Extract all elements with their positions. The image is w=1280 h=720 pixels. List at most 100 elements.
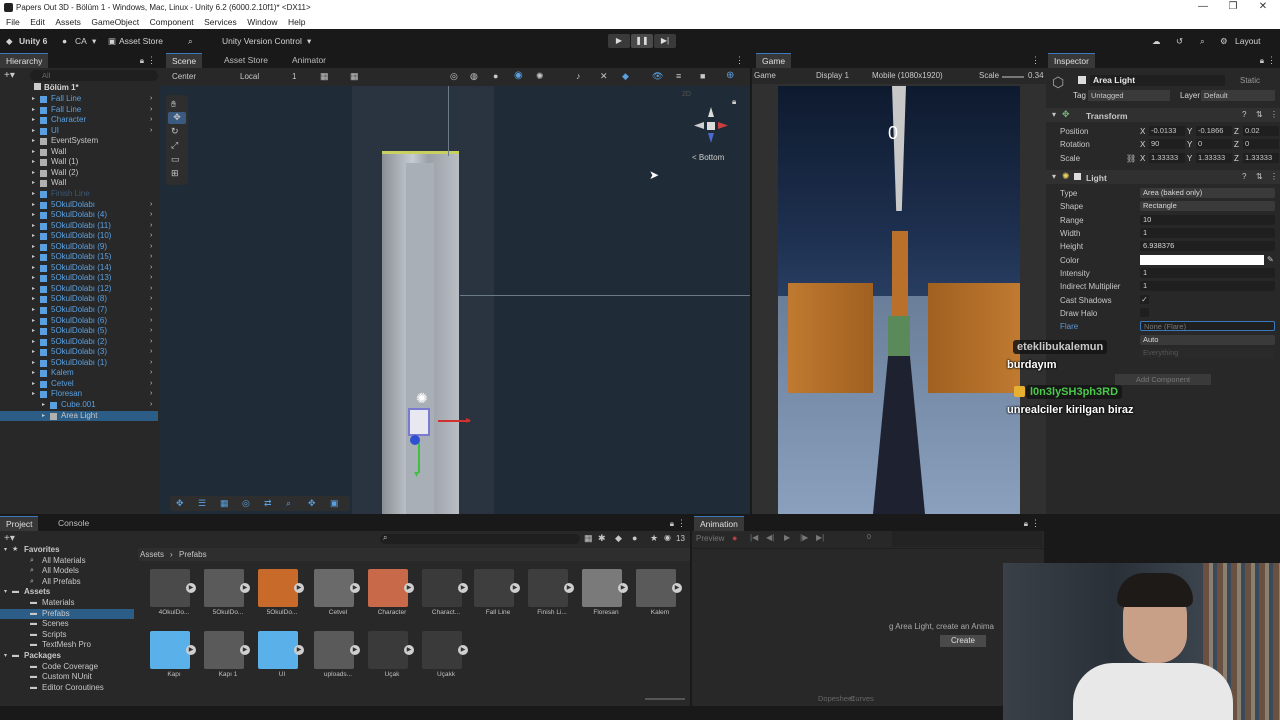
prefab-expand-icon[interactable]: ▶	[510, 583, 520, 593]
prefab-expand-icon[interactable]: ▶	[240, 645, 250, 655]
expand-arrow-icon[interactable]: ▸	[32, 252, 35, 263]
tab-animation[interactable]: Animation	[694, 516, 744, 531]
create-clip-button[interactable]: Create	[940, 635, 986, 647]
menu-help[interactable]: Help	[288, 15, 305, 29]
tab-console[interactable]: Console	[52, 516, 95, 531]
prefab-open-icon[interactable]: ›	[150, 294, 152, 305]
prefab-open-icon[interactable]: ›	[150, 221, 152, 232]
menu-edit[interactable]: Edit	[30, 15, 45, 29]
transform-scl-x-field[interactable]: 1.33333	[1149, 153, 1185, 163]
prefab-open-icon[interactable]: ›	[150, 242, 152, 253]
transform-header[interactable]: ▾ ✥ Transform ? ⇅ ⋮	[1046, 108, 1280, 122]
grid-value[interactable]: 1	[292, 72, 296, 81]
expand-arrow-icon[interactable]: ▸	[32, 263, 35, 274]
scene-visibility-icon[interactable]: 👁︎	[652, 71, 663, 82]
hierarchy-item[interactable]: ▸ Floresan ›	[0, 389, 158, 400]
version-control-button[interactable]: Unity Version Control	[222, 36, 302, 46]
help-icon[interactable]: ?	[1242, 110, 1246, 119]
layout-dropdown[interactable]: Layout	[1235, 36, 1261, 46]
hierarchy-item[interactable]: ▸ 5OkulDolabı (7) ›	[0, 305, 158, 316]
last-frame-icon[interactable]: ▶|	[816, 533, 824, 542]
prefab-open-icon[interactable]: ›	[150, 389, 152, 400]
filter-type-icon[interactable]: ▦	[584, 533, 593, 544]
menu-gameobject[interactable]: GameObject	[91, 15, 139, 29]
first-frame-icon[interactable]: |◀	[750, 533, 758, 542]
project-menu-icon[interactable]: ⋮	[677, 518, 686, 529]
timeline-ruler[interactable]	[892, 531, 1042, 547]
prefab-open-icon[interactable]: ›	[150, 105, 152, 116]
expand-arrow-icon[interactable]: ▸	[32, 210, 35, 221]
indirect-field[interactable]: 1	[1140, 281, 1275, 291]
menu-services[interactable]: Services	[204, 15, 237, 29]
draw-mode-icon[interactable]: ◎	[450, 71, 458, 82]
prev-frame-icon[interactable]: ◀|	[766, 533, 774, 542]
asset-item[interactable]: ▶ 4OkulDo...	[148, 565, 198, 625]
asset-item[interactable]: ▶ Uçak	[366, 627, 416, 687]
expand-arrow-icon[interactable]: ▸	[32, 337, 35, 348]
tab-hierarchy[interactable]: Hierarchy	[0, 53, 49, 68]
hierarchy-item[interactable]: ▸ 5OkulDolabı (12) ›	[0, 284, 158, 295]
prefab-expand-icon[interactable]: ▶	[240, 583, 250, 593]
intensity-field[interactable]: 1	[1140, 268, 1275, 278]
hierarchy-item[interactable]: ▸ 5OkulDolabı (11) ›	[0, 221, 158, 232]
hidden-count-icon[interactable]: ◉	[664, 533, 671, 542]
prefab-expand-icon[interactable]: ▶	[564, 583, 574, 593]
project-add-icon[interactable]: +▾	[4, 533, 15, 544]
hierarchy-item[interactable]: ▸ Character ›	[0, 115, 158, 126]
project-folder-item[interactable]: ▬ Code Coverage	[0, 662, 134, 673]
asset-item[interactable]: ▶ UI	[256, 627, 306, 687]
gizmo-lock-icon[interactable]: 🔒︎	[732, 97, 736, 107]
constrain-scale-icon[interactable]: ⛓︎	[1126, 154, 1136, 163]
cloud-icon[interactable]: ☁	[1152, 36, 1161, 47]
hierarchy-item[interactable]: ▸ Wall	[0, 178, 158, 189]
prefab-open-icon[interactable]: ›	[150, 200, 152, 211]
expand-arrow-icon[interactable]: ▸	[32, 368, 35, 379]
expand-arrow-icon[interactable]: ▸	[32, 105, 35, 116]
account-button[interactable]: CA	[75, 36, 87, 46]
prefab-expand-icon[interactable]: ▶	[672, 583, 682, 593]
play-button[interactable]: ▶	[608, 34, 630, 48]
transform-scl-z-field[interactable]: 1.33333	[1243, 153, 1279, 163]
project-folder-item[interactable]: ▾ ▬ Packages	[0, 651, 134, 662]
asset-item[interactable]: ▶ Charact...	[420, 565, 470, 625]
info-icon[interactable]: ●	[632, 533, 637, 543]
project-folder-item[interactable]: ⌕ All Models	[0, 566, 134, 577]
prefab-expand-icon[interactable]: ▶	[458, 645, 468, 655]
project-lock-icon[interactable]: 🔒︎	[670, 519, 674, 529]
prefab-open-icon[interactable]: ›	[150, 126, 152, 137]
expand-arrow-icon[interactable]: ▸	[32, 189, 35, 200]
axis-y-label[interactable]: Y	[1187, 127, 1192, 136]
prefab-open-icon[interactable]: ›	[150, 326, 152, 337]
rect-tool-icon[interactable]: ▭	[171, 154, 180, 165]
expand-arrow-icon[interactable]: ▸	[32, 200, 35, 211]
prefab-expand-icon[interactable]: ▶	[458, 583, 468, 593]
asset-size-slider[interactable]	[645, 698, 685, 700]
culling-mask-dropdown[interactable]: Everything	[1140, 348, 1275, 358]
light-preset-icon[interactable]: ⇅	[1256, 172, 1263, 181]
move-tool-icon[interactable]: ✥	[168, 112, 186, 124]
record-icon[interactable]: ●	[732, 533, 737, 543]
asset-item[interactable]: ▶ Character	[366, 565, 416, 625]
snap-move-icon[interactable]: ✥	[176, 498, 184, 509]
asset-item[interactable]: ▶ Kalem	[634, 565, 684, 625]
expand-arrow-icon[interactable]: ▸	[32, 294, 35, 305]
transform-rot-z-field[interactable]: 0	[1243, 139, 1279, 149]
expand-arrow-icon[interactable]: ▸	[32, 126, 35, 137]
rotate-tool-icon[interactable]: ↻	[171, 126, 179, 137]
shape-dropdown[interactable]: Rectangle	[1140, 201, 1275, 211]
asset-item[interactable]: ▶ Uçakk	[420, 627, 470, 687]
tab-inspector[interactable]: Inspector	[1048, 53, 1095, 68]
project-folder-item[interactable]: ▾ ★ Favorites	[0, 545, 134, 556]
prefab-open-icon[interactable]: ›	[150, 368, 152, 379]
transform-rot-x-field[interactable]: 90	[1149, 139, 1185, 149]
prefab-open-icon[interactable]: ›	[150, 252, 152, 263]
snap-pivot-icon[interactable]: ✥	[308, 498, 316, 509]
menu-file[interactable]: File	[6, 15, 20, 29]
menu-window[interactable]: Window	[247, 15, 277, 29]
light-enabled-checkbox[interactable]	[1074, 173, 1081, 180]
project-folder-item[interactable]: ▬ Prefabs	[0, 608, 134, 620]
hierarchy-item[interactable]: ▸ Kalem ›	[0, 368, 158, 379]
expand-arrow-icon[interactable]: ▸	[32, 326, 35, 337]
prefab-expand-icon[interactable]: ▶	[404, 583, 414, 593]
lighting-toggle-icon[interactable]: ✺	[536, 71, 544, 82]
